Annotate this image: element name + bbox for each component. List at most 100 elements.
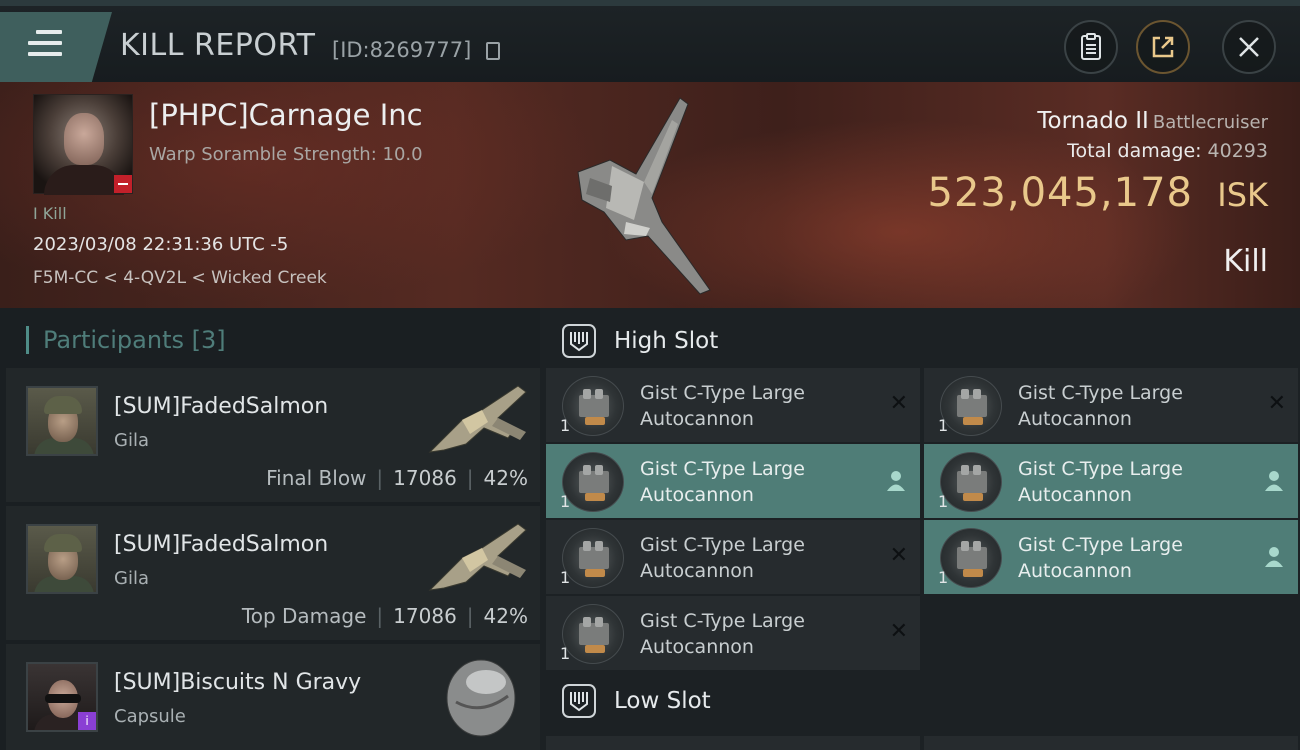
total-damage-label: Total damage: <box>1067 140 1202 162</box>
warp-scramble-strength: Warp Soramble Strength: 10.0 <box>149 144 423 165</box>
clipboard-icon <box>1081 33 1101 60</box>
victim-ship-image <box>577 97 711 295</box>
module-name: Gist C-Type Large Autocannon <box>1018 532 1248 584</box>
module-name-line2: Autocannon <box>1018 484 1132 506</box>
module-quantity: 1 <box>938 492 949 511</box>
destroyed-x-icon: ✕ <box>889 619 908 644</box>
participant-stats: Final Blow | 17086 | 42% <box>266 466 528 490</box>
autocannon-icon <box>940 376 1002 436</box>
ship-type: Tornado II <box>1037 108 1149 134</box>
damage-percent: 42% <box>483 604 528 628</box>
participant-ship: Gila <box>114 430 149 451</box>
isk-unit: ISK <box>1217 176 1268 214</box>
clipboard-button[interactable] <box>1064 20 1118 74</box>
autocannon-icon <box>562 528 624 588</box>
module-name-line2: Autocannon <box>640 408 754 430</box>
module-name-line2: Autocannon <box>1018 560 1132 582</box>
total-damage-value: 40293 <box>1207 140 1268 162</box>
hamburger-menu-icon <box>28 30 62 63</box>
final-blow-label: Final Blow <box>266 466 367 490</box>
participant-ship: Gila <box>114 568 149 589</box>
ship-class: Battlecruiser <box>1152 112 1268 133</box>
victim-name[interactable]: [PHPC]Carnage Inc <box>149 98 423 132</box>
share-icon <box>1152 36 1174 58</box>
module-name-line1: Gist C-Type Large <box>1018 458 1183 480</box>
high-slot-header: High Slot <box>540 310 1300 372</box>
module-name-line2: Autocannon <box>640 560 754 582</box>
report-id: [ID:8269777] <box>332 38 472 62</box>
capsule-ship-image <box>446 659 516 737</box>
share-button[interactable] <box>1136 20 1190 74</box>
victim-banner: [PHPC]Carnage Inc Warp Soramble Strength… <box>0 82 1300 308</box>
autocannon-icon <box>562 604 624 664</box>
kill-result: Kill <box>1223 244 1268 279</box>
module-item[interactable]: 1 Gist C-Type Large Autocannon ✕ <box>546 368 920 442</box>
participants-header: Participants [3] <box>26 326 226 354</box>
destroyed-x-icon: ✕ <box>889 391 908 416</box>
module-item[interactable]: 1 Gist C-Type Large Autocannon <box>924 444 1298 518</box>
top-bar: KILL REPORT [ID:8269777] <box>0 0 1300 82</box>
participant-card[interactable]: [SUM]FadedSalmon Gila Top Damage | 17086 | 4… <box>6 506 540 640</box>
module-item[interactable]: 1 Gist C-Type Large Autocannon <box>546 444 920 518</box>
module-name-line1: Gist C-Type Large <box>1018 534 1183 556</box>
autocannon-icon <box>940 528 1002 588</box>
fitting-panel[interactable]: High Slot 1 Gist C-Type Large Autocannon ✕ 1… <box>540 308 1300 750</box>
module-quantity: 1 <box>560 644 571 663</box>
avatar <box>26 524 98 594</box>
victim-portrait[interactable] <box>33 94 133 195</box>
participant-stats: Top Damage | 17086 | 42% <box>241 604 528 628</box>
module-name-line1: Gist C-Type Large <box>640 458 805 480</box>
module-name: Gist C-Type Large Autocannon <box>640 380 870 432</box>
module-item[interactable]: 1 Gist C-Type Large Autocannon ✕ <box>546 596 920 670</box>
page-title: KILL REPORT <box>120 28 316 63</box>
gila-ship-image <box>428 385 527 453</box>
kill-location[interactable]: F5M-CC < 4-QV2L < Wicked Creek <box>33 268 327 288</box>
module-name: Gist C-Type Large Autocannon <box>1018 456 1248 508</box>
module-item[interactable]: 1 Gist C-Type Large Autocannon ✕ <box>924 368 1298 442</box>
participant-card[interactable]: i [SUM]Biscuits N Gravy Capsule <box>6 644 540 750</box>
destroyed-x-icon: ✕ <box>889 543 908 568</box>
low-slot-module[interactable] <box>546 736 920 750</box>
module-name-line1: Gist C-Type Large <box>640 534 805 556</box>
avatar <box>26 386 98 456</box>
close-button[interactable] <box>1222 20 1276 74</box>
module-name-line1: Gist C-Type Large <box>1018 382 1183 404</box>
module-name: Gist C-Type Large Autocannon <box>640 532 870 584</box>
module-quantity: 1 <box>938 568 949 587</box>
autocannon-icon <box>940 452 1002 512</box>
module-name-line2: Autocannon <box>640 484 754 506</box>
kill-count: I Kill <box>33 204 67 223</box>
module-name: Gist C-Type Large Autocannon <box>1018 380 1248 432</box>
top-damage-label: Top Damage <box>241 604 367 628</box>
module-quantity: 1 <box>938 416 949 435</box>
info-badge-icon: i <box>78 712 96 730</box>
damage-value: 17086 <box>393 466 457 490</box>
pilot-icon <box>1265 471 1283 491</box>
participant-name: [SUM]Biscuits N Gravy <box>114 670 362 695</box>
module-name-line1: Gist C-Type Large <box>640 610 805 632</box>
gila-ship-image <box>428 523 527 591</box>
slot-shield-icon <box>562 324 596 358</box>
participant-card[interactable]: [SUM]FadedSalmon Gila Final Blow | 17086 | 4… <box>6 368 540 502</box>
low-slot-module[interactable] <box>924 736 1298 750</box>
damage-percent: 42% <box>483 466 528 490</box>
module-item[interactable]: 1 Gist C-Type Large Autocannon <box>924 520 1298 594</box>
high-slot-label: High Slot <box>614 328 719 354</box>
menu-button[interactable] <box>0 12 112 82</box>
kill-date: 2023/03/08 22:31:36 UTC -5 <box>33 234 289 255</box>
total-damage: Total damage: 40293 <box>1067 140 1268 162</box>
participant-name: [SUM]FadedSalmon <box>114 394 329 419</box>
autocannon-icon <box>562 376 624 436</box>
module-name: Gist C-Type Large Autocannon <box>640 608 870 660</box>
module-item[interactable]: 1 Gist C-Type Large Autocannon ✕ <box>546 520 920 594</box>
module-name-line1: Gist C-Type Large <box>640 382 805 404</box>
participants-panel[interactable]: Participants [3] [SUM]FadedSalmon Gila F… <box>0 308 540 750</box>
participant-name: [SUM]FadedSalmon <box>114 532 329 557</box>
module-quantity: 1 <box>560 416 571 435</box>
autocannon-icon <box>562 452 624 512</box>
low-slot-label: Low Slot <box>614 688 711 714</box>
copy-icon[interactable] <box>486 42 500 60</box>
module-name-line2: Autocannon <box>640 636 754 658</box>
ship-name[interactable]: Tornado II Battlecruiser <box>1037 108 1268 134</box>
close-icon <box>1239 37 1259 57</box>
